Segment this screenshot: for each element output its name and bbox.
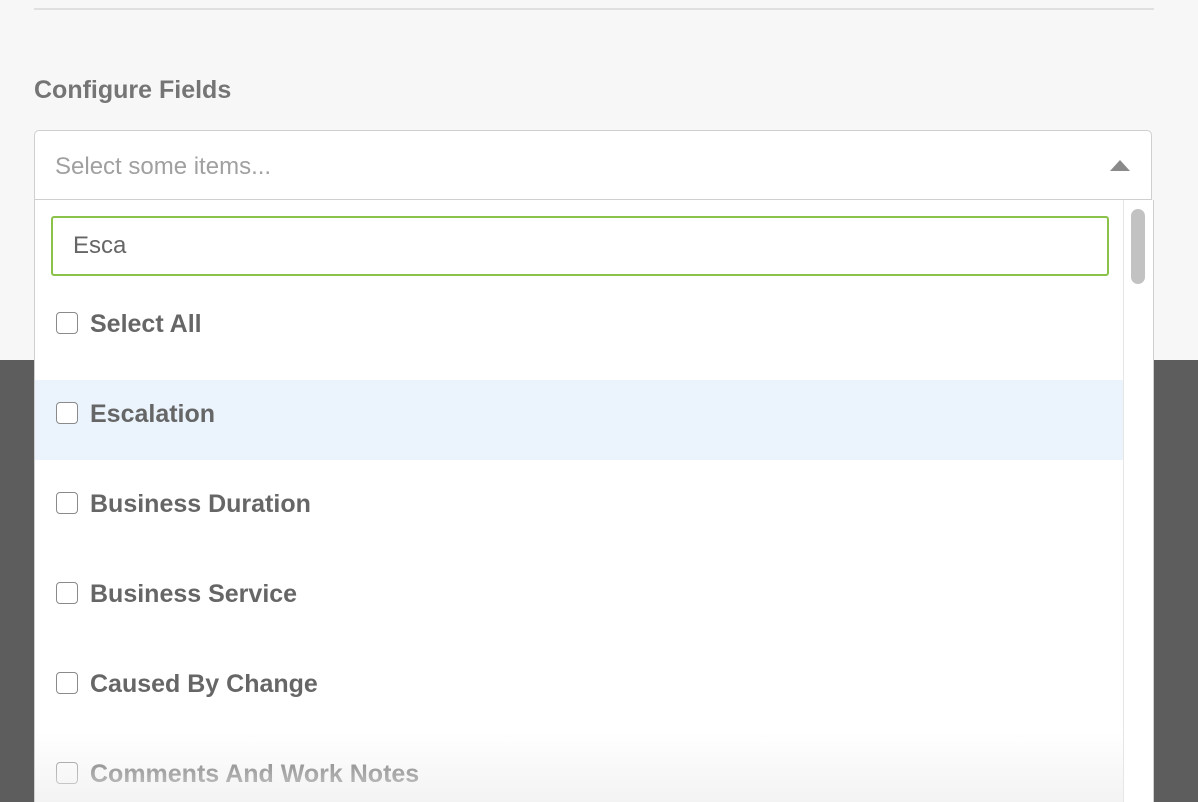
option-business-service[interactable]: Business Service (35, 560, 1123, 640)
option-select-all[interactable]: Select All (35, 290, 1123, 370)
fields-multiselect[interactable]: Select some items... (34, 130, 1152, 200)
checkbox[interactable] (56, 672, 78, 694)
option-escalation[interactable]: Escalation (35, 380, 1123, 460)
multiselect-placeholder: Select some items... (55, 153, 272, 180)
option-label: Caused By Change (90, 670, 318, 698)
option-label: Business Duration (90, 490, 311, 518)
option-label: Escalation (90, 400, 216, 428)
checkbox[interactable] (56, 762, 78, 784)
checkbox[interactable] (56, 582, 78, 604)
multiselect-dropdown: Select All Escalation Business Duration … (34, 200, 1154, 802)
option-business-duration[interactable]: Business Duration (35, 470, 1123, 550)
option-caused-by-change[interactable]: Caused By Change (35, 650, 1123, 730)
search-input[interactable] (51, 216, 1109, 276)
option-label: Business Service (90, 580, 298, 608)
section-divider (34, 8, 1154, 10)
checkbox[interactable] (56, 312, 78, 334)
option-label: Comments And Work Notes (90, 760, 420, 788)
configure-fields-label: Configure Fields (34, 76, 232, 104)
checkbox[interactable] (56, 492, 78, 514)
option-comments-and-work-notes[interactable]: Comments And Work Notes (35, 740, 1123, 802)
option-label: Select All (90, 310, 202, 338)
scrollbar-thumb[interactable] (1131, 209, 1145, 284)
scrollbar-track[interactable] (1123, 200, 1153, 802)
checkbox[interactable] (56, 402, 78, 424)
caret-up-icon[interactable] (1110, 160, 1130, 171)
